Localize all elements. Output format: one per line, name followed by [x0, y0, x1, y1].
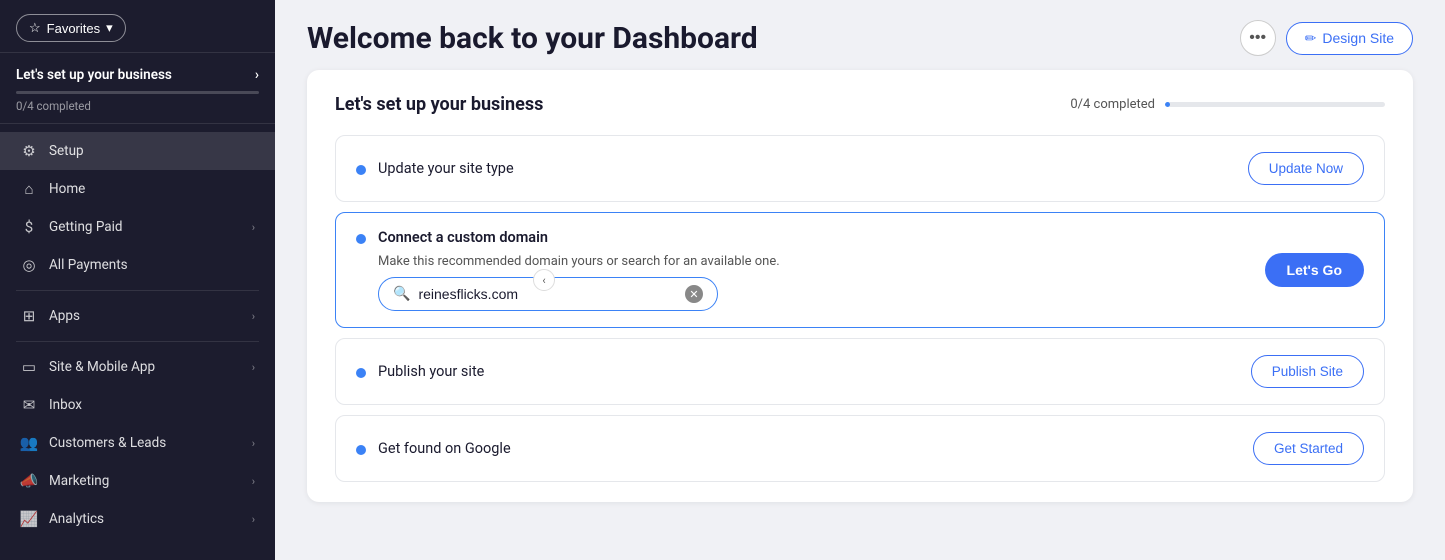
- design-site-button[interactable]: ✏ Design Site: [1286, 22, 1413, 55]
- card-progress-bar: [1165, 102, 1385, 107]
- site-icon: ▭: [20, 358, 38, 376]
- task-title: Get found on Google: [378, 440, 511, 457]
- task-dot: [356, 445, 366, 455]
- home-icon: ⌂: [20, 180, 38, 198]
- update-now-button[interactable]: Update Now: [1248, 152, 1364, 185]
- card-progress-fill: [1165, 102, 1170, 107]
- setup-card: Let's set up your business 0/4 completed…: [307, 70, 1413, 502]
- sidebar: ☆ Favorites ▾ Let's set up your business…: [0, 0, 275, 560]
- setup-section: Let's set up your business › 0/4 complet…: [0, 53, 275, 124]
- nav-divider: [16, 290, 259, 291]
- chevron-right-icon: ›: [252, 513, 255, 526]
- sidebar-item-label: Apps: [49, 308, 80, 324]
- chevron-right-icon: ›: [252, 361, 255, 374]
- sidebar-progress-bar: [16, 91, 259, 94]
- task-dot: [356, 234, 366, 244]
- card-header: Let's set up your business 0/4 completed: [335, 94, 1385, 115]
- setup-icon: ⚙: [20, 142, 38, 160]
- sidebar-item-customers-leads[interactable]: 👥 Customers & Leads ›: [0, 424, 275, 462]
- sidebar-item-setup[interactable]: ⚙ Setup: [0, 132, 275, 170]
- main-content: Welcome back to your Dashboard ••• ✏ Des…: [275, 0, 1445, 560]
- sidebar-item-marketing[interactable]: 📣 Marketing ›: [0, 462, 275, 500]
- chevron-right-icon: ›: [252, 437, 255, 450]
- search-icon: 🔍: [393, 286, 410, 302]
- task-row-google: Get found on Google Get Started: [335, 415, 1385, 482]
- chevron-right-icon: ›: [252, 221, 255, 234]
- card-progress-label: 0/4 completed: [1070, 97, 1155, 112]
- more-options-button[interactable]: •••: [1240, 20, 1276, 56]
- task-description: Make this recommended domain yours or se…: [378, 254, 780, 269]
- chevron-right-icon: ›: [252, 475, 255, 488]
- sidebar-item-label: Analytics: [49, 511, 104, 527]
- sidebar-item-label: Setup: [49, 143, 84, 159]
- task-row-update-site-type: Update your site type Update Now: [335, 135, 1385, 202]
- inbox-icon: ✉: [20, 396, 38, 414]
- favorites-label: Favorites: [47, 21, 100, 36]
- sidebar-item-label: Inbox: [49, 397, 82, 413]
- sidebar-item-label: Home: [49, 181, 85, 197]
- sidebar-item-site-mobile[interactable]: ▭ Site & Mobile App ›: [0, 348, 275, 386]
- sidebar-item-analytics[interactable]: 📈 Analytics ›: [0, 500, 275, 538]
- setup-title-row[interactable]: Let's set up your business ›: [16, 67, 259, 83]
- lets-go-button[interactable]: Let's Go: [1265, 253, 1364, 287]
- setup-chevron-icon: ›: [255, 67, 259, 83]
- dollar-icon: $: [20, 218, 38, 236]
- customers-icon: 👥: [20, 434, 38, 452]
- sidebar-item-home[interactable]: ⌂ Home: [0, 170, 275, 208]
- task-row-publish-site: Publish your site Publish Site: [335, 338, 1385, 405]
- sidebar-item-getting-paid[interactable]: $ Getting Paid ›: [0, 208, 275, 246]
- sidebar-item-label: Marketing: [49, 473, 109, 489]
- task-title: Update your site type: [378, 160, 514, 177]
- sidebar-item-all-payments[interactable]: ◎ All Payments: [0, 246, 275, 284]
- nav-divider-2: [16, 341, 259, 342]
- payments-icon: ◎: [20, 256, 38, 274]
- task-dot: [356, 368, 366, 378]
- favorites-button[interactable]: ☆ Favorites ▾: [16, 14, 126, 42]
- topbar: Welcome back to your Dashboard ••• ✏ Des…: [275, 0, 1445, 66]
- topbar-actions: ••• ✏ Design Site: [1240, 20, 1413, 56]
- analytics-icon: 📈: [20, 510, 38, 528]
- task-title: Publish your site: [378, 363, 484, 380]
- chevron-down-icon: ▾: [106, 20, 113, 36]
- apps-icon: ⊞: [20, 307, 38, 325]
- marketing-icon: 📣: [20, 472, 38, 490]
- sidebar-item-label: Site & Mobile App: [49, 359, 155, 375]
- card-progress: 0/4 completed: [1070, 97, 1385, 112]
- sidebar-collapse-button[interactable]: ‹: [533, 269, 555, 291]
- task-row-connect-domain: Connect a custom domain Make this recomm…: [335, 212, 1385, 328]
- page-title: Welcome back to your Dashboard: [307, 21, 758, 56]
- sidebar-item-label: All Payments: [49, 257, 128, 273]
- task-title: Connect a custom domain: [378, 229, 780, 246]
- setup-completed-text: 0/4 completed: [16, 99, 259, 113]
- chevron-right-icon: ›: [252, 310, 255, 323]
- get-started-button[interactable]: Get Started: [1253, 432, 1364, 465]
- nav-items: ⚙ Setup ⌂ Home $ Getting Paid › ◎ All Pa…: [0, 124, 275, 560]
- sidebar-item-label: Customers & Leads: [49, 435, 166, 451]
- star-icon: ☆: [29, 20, 41, 36]
- design-site-label: Design Site: [1322, 30, 1394, 46]
- setup-title-label: Let's set up your business: [16, 67, 172, 83]
- pencil-icon: ✏: [1305, 30, 1317, 47]
- task-dot: [356, 165, 366, 175]
- sidebar-item-apps[interactable]: ⊞ Apps ›: [0, 297, 275, 335]
- sidebar-top: ☆ Favorites ▾: [0, 0, 275, 53]
- sidebar-item-label: Getting Paid: [49, 219, 123, 235]
- sidebar-item-inbox[interactable]: ✉ Inbox: [0, 386, 275, 424]
- search-clear-button[interactable]: ✕: [685, 285, 703, 303]
- publish-site-button[interactable]: Publish Site: [1251, 355, 1364, 388]
- card-title: Let's set up your business: [335, 94, 543, 115]
